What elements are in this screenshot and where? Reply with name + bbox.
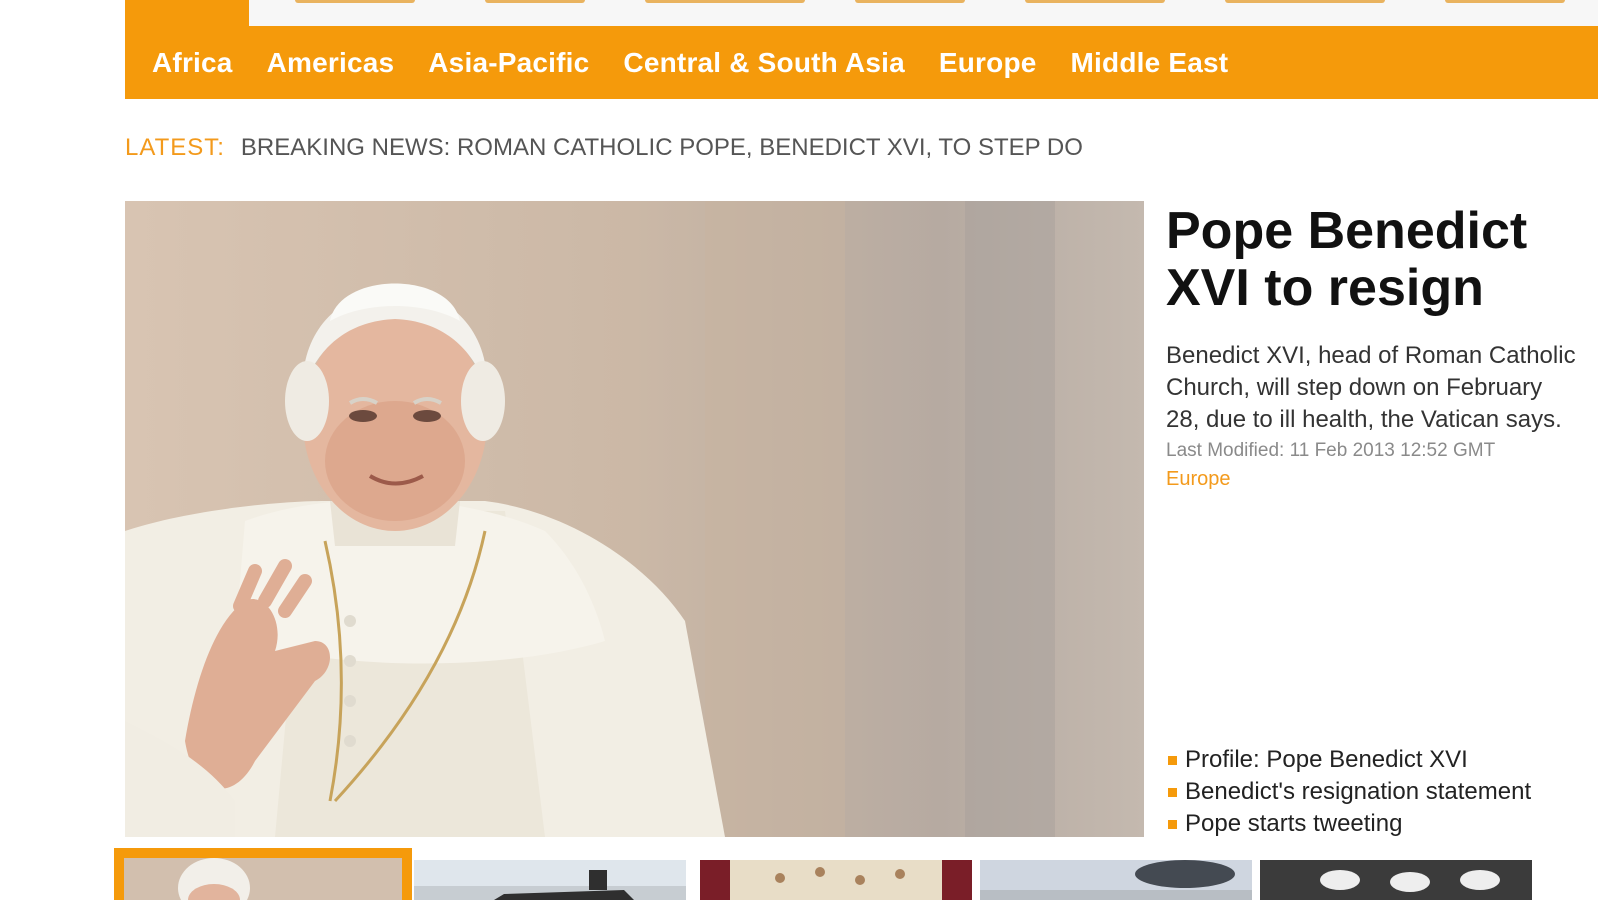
thumbnail-soldiers-image <box>1260 860 1532 900</box>
related-link-item[interactable]: Benedict's resignation statement <box>1168 776 1531 808</box>
related-link-item[interactable]: Pope starts tweeting <box>1168 808 1531 840</box>
region-link-asia-pacific[interactable]: Asia-Pacific <box>428 47 589 79</box>
related-link-label[interactable]: Profile: Pope Benedict XVI <box>1185 744 1468 776</box>
region-navigation: Africa Americas Asia-Pacific Central & S… <box>125 26 1598 99</box>
ticker-headline[interactable]: BREAKING NEWS: ROMAN CATHOLIC POPE, BENE… <box>241 134 1083 162</box>
cut-off-tab[interactable] <box>645 0 805 3</box>
thumbnail-story-2[interactable] <box>414 860 686 900</box>
news-ticker: LATEST: BREAKING NEWS: ROMAN CATHOLIC PO… <box>125 131 1083 165</box>
ticker-label: LATEST: <box>125 134 225 161</box>
thumbnail-story-5[interactable] <box>1260 860 1532 900</box>
story-summary: Benedict XVI, head of Roman Catholic Chu… <box>1166 342 1576 433</box>
cut-off-tab[interactable] <box>1445 0 1565 3</box>
pope-photo-illustration <box>125 201 1144 837</box>
related-links: Profile: Pope Benedict XVI Benedict's re… <box>1168 744 1531 840</box>
story-thumbnails <box>114 848 1598 900</box>
bullet-square-icon <box>1168 755 1177 765</box>
thumbnail-crowd-image <box>700 860 972 900</box>
region-link-europe[interactable]: Europe <box>939 47 1037 79</box>
region-link-africa[interactable]: Africa <box>152 47 233 79</box>
featured-story-photo[interactable] <box>125 201 1144 837</box>
thumbnail-ship-image <box>414 860 686 900</box>
thumbnail-story-4[interactable] <box>980 860 1252 900</box>
cut-off-tab[interactable] <box>295 0 415 3</box>
related-link-label[interactable]: Pope starts tweeting <box>1185 808 1402 840</box>
thumbnail-story-3[interactable] <box>700 860 972 900</box>
top-tab-strip <box>125 0 1598 27</box>
cut-off-tab[interactable] <box>855 0 965 3</box>
bullet-square-icon <box>1168 787 1177 797</box>
bullet-square-icon <box>1168 819 1177 829</box>
thumbnail-pope-image <box>124 858 402 900</box>
related-link-label[interactable]: Benedict's resignation statement <box>1185 776 1531 808</box>
active-top-tab[interactable] <box>125 0 249 26</box>
cut-off-tab[interactable] <box>1225 0 1385 3</box>
story-headline[interactable]: Pope Benedict XVI to resign <box>1166 203 1576 317</box>
region-link-central-south-asia[interactable]: Central & South Asia <box>623 47 904 79</box>
story-category-link[interactable]: Europe <box>1166 468 1576 491</box>
cut-off-tab[interactable] <box>485 0 585 3</box>
story-last-modified: Last Modified: 11 Feb 2013 12:52 GMT <box>1166 440 1496 461</box>
region-link-middle-east[interactable]: Middle East <box>1071 47 1229 79</box>
thumbnail-smoke-image <box>980 860 1252 900</box>
thumbnail-pope[interactable] <box>114 848 412 900</box>
featured-story: Pope Benedict XVI to resign Benedict XVI… <box>1166 203 1576 491</box>
cut-off-tab[interactable] <box>1025 0 1165 3</box>
related-link-item[interactable]: Profile: Pope Benedict XVI <box>1168 744 1531 776</box>
region-link-americas[interactable]: Americas <box>267 47 395 79</box>
